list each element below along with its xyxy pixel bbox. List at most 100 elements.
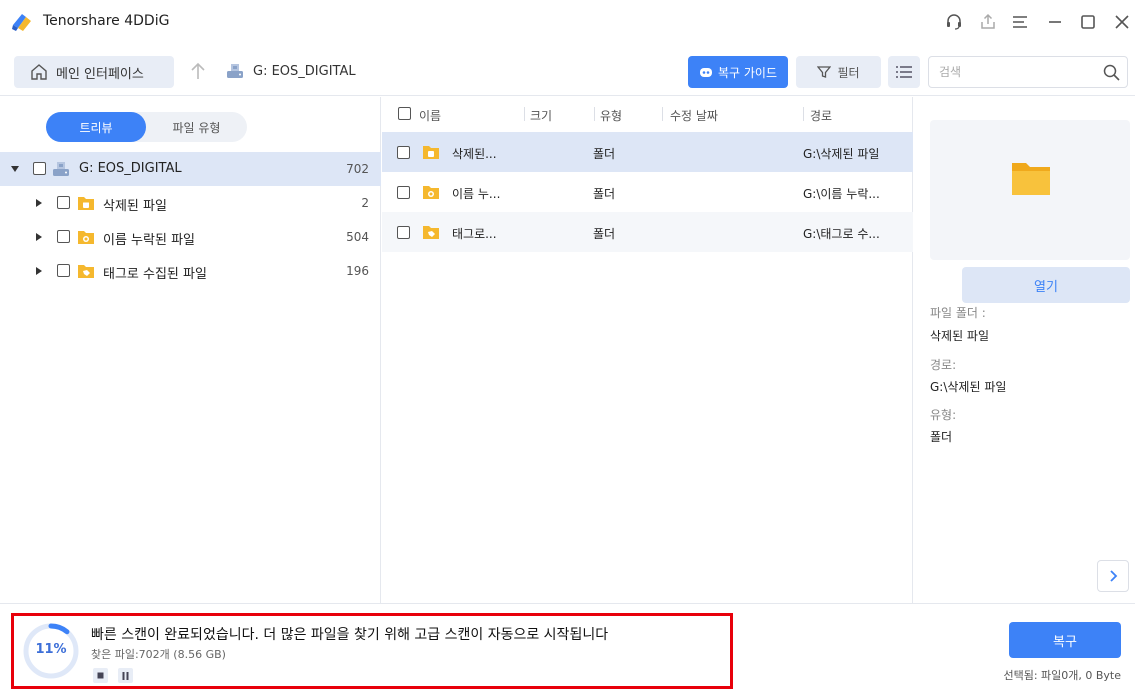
file-list: 이름 크기 유형 수정 날짜 경로 삭제된... 폴더 G:\삭제된 파일 이름…	[382, 97, 913, 603]
caret-right-icon[interactable]	[34, 266, 44, 276]
row-path: G:\태그로 수...	[803, 227, 880, 241]
meta-path-value: G:\삭제된 파일	[930, 380, 1007, 394]
filter-button[interactable]: 필터	[796, 56, 881, 88]
meta-path-label: 경로:	[930, 358, 957, 372]
row-type: 폴더	[593, 187, 616, 201]
tree-item-checkbox[interactable]	[57, 264, 70, 277]
column-divider	[524, 107, 525, 121]
select-all-checkbox[interactable]	[398, 107, 411, 120]
pause-icon	[122, 671, 129, 680]
tree-item-count: 196	[346, 264, 369, 278]
next-arrow-button[interactable]	[1097, 560, 1129, 592]
list-header: 이름 크기 유형 수정 날짜 경로	[382, 97, 913, 131]
table-row[interactable]: 태그로... 폴더 G:\태그로 수...	[382, 212, 913, 252]
row-name: 삭제된...	[452, 147, 497, 161]
chevron-right-icon	[1110, 570, 1118, 582]
tab-tree-view[interactable]: 트리뷰	[46, 112, 146, 142]
scan-status-box: 11% 빠른 스캔이 완료되었습니다. 더 많은 파일을 찾기 위해 고급 스캔…	[11, 613, 733, 689]
meta-type-value: 폴더	[930, 430, 953, 444]
close-icon[interactable]	[1110, 10, 1134, 34]
tree-item-label: 태그로 수집된 파일	[103, 267, 207, 282]
column-path[interactable]: 경로	[810, 107, 832, 124]
meta-type-label: 유형:	[930, 408, 957, 422]
column-modified[interactable]: 수정 날짜	[670, 107, 718, 124]
support-headset-icon[interactable]	[942, 10, 966, 34]
recovery-guide-label: 복구 가이드	[717, 65, 777, 80]
tree-item-tagged[interactable]: 태그로 수집된 파일 196	[0, 254, 381, 288]
current-path: G: EOS_DIGITAL	[253, 64, 356, 79]
folder-icon	[1012, 163, 1050, 195]
search-box[interactable]	[928, 56, 1128, 88]
drive-icon	[227, 64, 243, 78]
tree-item-missing-name[interactable]: 이름 누락된 파일 504	[0, 220, 381, 254]
recover-button[interactable]: 복구	[1009, 622, 1121, 658]
tree-item-count: 504	[346, 230, 369, 244]
tag-folder-icon	[423, 226, 439, 239]
recovery-guide-button[interactable]: 복구 가이드	[688, 56, 788, 88]
row-path: G:\이름 누락...	[803, 187, 880, 201]
tree-root-count: 702	[346, 162, 369, 176]
pause-button[interactable]	[118, 668, 133, 683]
column-type[interactable]: 유형	[600, 107, 622, 124]
maximize-icon[interactable]	[1076, 10, 1100, 34]
column-divider	[594, 107, 595, 121]
filter-icon	[817, 66, 832, 78]
caret-right-icon[interactable]	[34, 232, 44, 242]
title-bar: Tenorshare 4DDiG	[0, 0, 1135, 44]
toolbar: 메인 인터페이스 G: EOS_DIGITAL 복구 가이드 필터	[0, 44, 1135, 96]
tree-panel: 트리뷰 파일 유형 G: EOS_DIGITAL 702 삭제된 파일 2 이름…	[0, 97, 381, 603]
column-size[interactable]: 크기	[530, 107, 552, 124]
tree-item-checkbox[interactable]	[57, 230, 70, 243]
trash-folder-icon	[78, 197, 94, 210]
row-name: 태그로...	[452, 227, 497, 241]
filter-label: 필터	[837, 65, 860, 80]
tree-item-deleted[interactable]: 삭제된 파일 2	[0, 186, 381, 220]
stop-icon	[97, 672, 104, 679]
search-icon[interactable]	[1103, 64, 1120, 81]
caret-right-icon[interactable]	[34, 198, 44, 208]
scan-status-title: 빠른 스캔이 완료되었습니다. 더 많은 파일을 찾기 위해 고급 스캔이 자동…	[91, 627, 609, 643]
trash-folder-icon	[423, 146, 439, 159]
minimize-icon[interactable]	[1043, 10, 1067, 34]
tab-file-type[interactable]: 파일 유형	[146, 112, 247, 142]
row-checkbox[interactable]	[397, 226, 410, 239]
up-arrow-icon[interactable]	[188, 60, 208, 82]
row-name: 이름 누...	[452, 187, 501, 201]
stop-button[interactable]	[93, 668, 108, 683]
table-row[interactable]: 이름 누... 폴더 G:\이름 누락...	[382, 172, 913, 212]
row-checkbox[interactable]	[397, 146, 410, 159]
row-type: 폴더	[593, 147, 616, 161]
app-title: Tenorshare 4DDiG	[43, 13, 170, 29]
open-button[interactable]: 열기	[962, 267, 1130, 303]
row-checkbox[interactable]	[397, 186, 410, 199]
row-type: 폴더	[593, 227, 616, 241]
meta-folder-value: 삭제된 파일	[930, 329, 990, 343]
progress-percent: 11%	[35, 642, 67, 657]
tree-item-count: 2	[361, 196, 369, 210]
preview-thumbnail: 열기	[930, 120, 1130, 303]
search-input[interactable]	[929, 57, 1089, 87]
robot-icon	[699, 68, 712, 77]
column-divider	[662, 107, 663, 121]
tree-item-label: 삭제된 파일	[103, 199, 167, 214]
meta-folder-label: 파일 폴더 :	[930, 306, 986, 320]
status-bar: 11% 빠른 스캔이 완료되었습니다. 더 많은 파일을 찾기 위해 고급 스캔…	[0, 603, 1135, 689]
column-name[interactable]: 이름	[419, 107, 441, 124]
home-button-label: 메인 인터페이스	[56, 66, 144, 82]
table-row[interactable]: 삭제된... 폴더 G:\삭제된 파일	[382, 132, 913, 172]
root-checkbox[interactable]	[33, 162, 46, 175]
menu-icon[interactable]	[1008, 10, 1032, 34]
view-toggle: 트리뷰 파일 유형	[46, 112, 247, 142]
tree-item-checkbox[interactable]	[57, 196, 70, 209]
tree-root-row[interactable]: G: EOS_DIGITAL 702	[0, 152, 381, 186]
list-view-button[interactable]	[888, 56, 920, 88]
share-icon[interactable]	[976, 10, 1000, 34]
missing-name-folder-icon	[423, 186, 439, 199]
tag-folder-icon	[78, 265, 94, 278]
home-button[interactable]: 메인 인터페이스	[14, 56, 174, 88]
selection-info: 선택됨: 파일0개, 0 Byte	[1003, 669, 1121, 682]
scan-found-count: 찾은 파일:702개 (8.56 GB)	[91, 648, 226, 661]
caret-down-icon[interactable]	[10, 164, 20, 174]
drive-icon	[53, 162, 69, 176]
missing-name-folder-icon	[78, 231, 94, 244]
